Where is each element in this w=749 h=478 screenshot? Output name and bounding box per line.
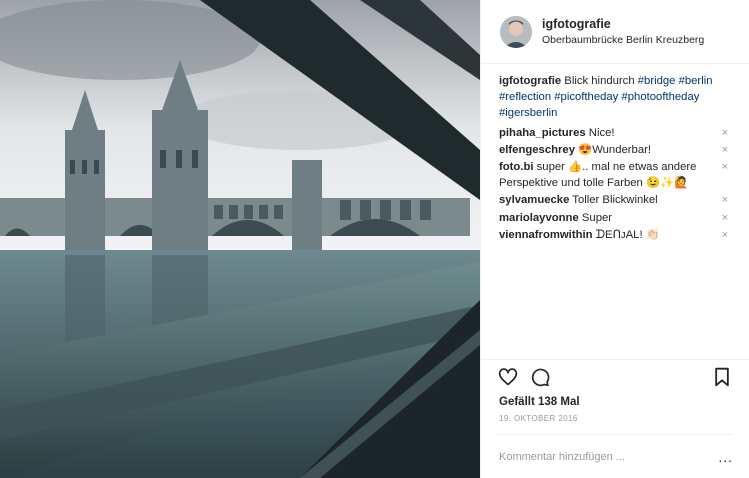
add-comment-input[interactable]: Kommentar hinzufügen ... [499,451,625,463]
post-header: igfotografie Oberbaumbrücke Berlin Kreuz… [481,0,749,64]
post-side-panel: igfotografie Oberbaumbrücke Berlin Kreuz… [480,0,749,478]
header-location[interactable]: Oberbaumbrücke Berlin Kreuzberg [542,32,704,48]
comment-username[interactable]: viennafromwithin [499,229,593,241]
comment-body: pihaha_pictures Nice! [499,125,719,141]
comment-body: sylvamuecke Toller Blickwinkel [499,192,719,208]
caption-username[interactable]: igfotografie [499,75,561,87]
remove-comment-icon[interactable]: × [719,210,731,226]
comment-item: viennafromwithin ᗪEᑎᴊAL! 👏🏻 × [499,227,731,243]
comment-text: Super [581,211,613,224]
comment-item: sylvamuecke Toller Blickwinkel × [499,192,731,208]
comment-item: mariolayvonne Super × [499,210,731,226]
instagram-post: igfotografie Oberbaumbrücke Berlin Kreuz… [0,0,749,478]
comment-body: foto.bi super 👍.. mal ne etwas andere Pe… [499,159,719,191]
caption: igfotografie Blick hindurch #bridge #ber… [499,73,731,122]
hashtag[interactable]: #berlin [679,75,713,87]
add-comment-bar: Kommentar hinzufügen ... ... [497,434,733,478]
hashtag[interactable]: #picoftheday [554,91,618,103]
avatar[interactable] [500,15,532,48]
comment-text: ᗪEᑎᴊAL! 👏🏻 [595,228,660,241]
comment-body: mariolayvonne Super [499,210,719,226]
comments-list: igfotografie Blick hindurch #bridge #ber… [481,64,749,359]
comment-item: elfengeschrey 😍Wunderbar! × [499,142,731,158]
caption-text: Blick hindurch [564,75,635,87]
comment-text: Toller Blickwinkel [572,194,658,207]
more-options-icon[interactable]: ... [718,449,733,465]
comment-username[interactable]: pihaha_pictures [499,127,586,139]
bookmark-icon[interactable] [711,366,733,388]
post-date: 19. OKTOBER 2016 [499,414,578,423]
remove-comment-icon[interactable]: × [719,227,731,243]
comment-text: 😍Wunderbar! [578,143,652,156]
comment-body: viennafromwithin ᗪEᑎᴊAL! 👏🏻 [499,227,719,243]
heart-icon[interactable] [497,366,519,388]
likes-count[interactable]: Gefällt 138 Mal [481,393,749,411]
remove-comment-icon[interactable]: × [719,125,731,141]
action-bar [481,359,749,393]
header-username[interactable]: igfotografie [542,16,704,32]
comment-username[interactable]: mariolayvonne [499,212,579,224]
comment-text: Nice! [588,126,615,139]
profile-photo-icon [500,15,532,48]
comment-username[interactable]: foto.bi [499,161,534,173]
post-photo[interactable] [0,0,480,478]
header-text: igfotografie Oberbaumbrücke Berlin Kreuz… [542,16,704,48]
comment-username[interactable]: sylvamuecke [499,194,569,206]
comment-body: elfengeschrey 😍Wunderbar! [499,142,719,158]
comment-username[interactable]: elfengeschrey [499,144,575,156]
hashtag[interactable]: #bridge [638,75,676,87]
comment-icon[interactable] [529,366,551,388]
remove-comment-icon[interactable]: × [719,192,731,208]
hashtag[interactable]: #reflection [499,91,551,103]
remove-comment-icon[interactable]: × [719,142,731,158]
bridge-photo-illustration [0,0,480,478]
comment-item: pihaha_pictures Nice! × [499,125,731,141]
comment-item: foto.bi super 👍.. mal ne etwas andere Pe… [499,159,731,191]
remove-comment-icon[interactable]: × [719,159,731,175]
hashtag[interactable]: #photooftheday [621,91,699,103]
hashtag[interactable]: #igersberlin [499,107,557,119]
